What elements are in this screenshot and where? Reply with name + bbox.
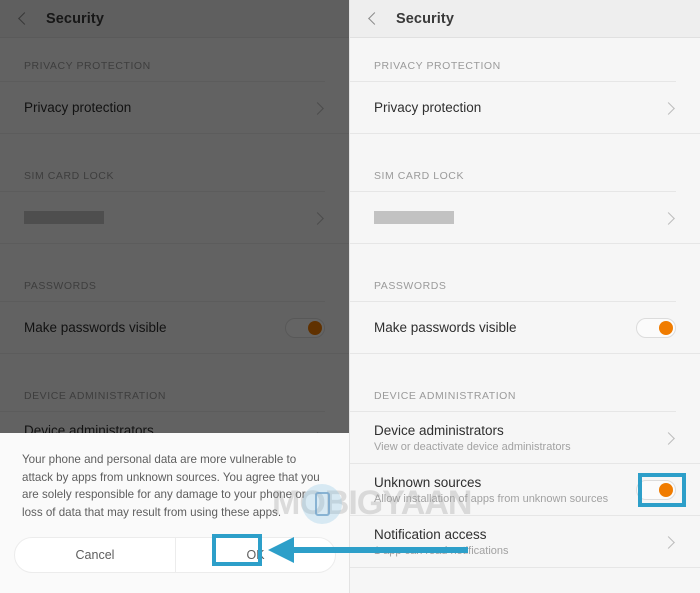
list-item-make-passwords-visible[interactable]: Make passwords visible <box>350 302 700 354</box>
list-item-device-administrators[interactable]: Device administrators View or deactivate… <box>350 412 700 464</box>
chevron-left-icon[interactable] <box>364 10 382 28</box>
list-item-subtitle: Allow installation of apps from unknown … <box>374 492 609 505</box>
chevron-right-icon <box>662 101 676 115</box>
list-item-privacy-protection[interactable]: Privacy protection <box>350 82 700 134</box>
section-header: PRIVACY PROTECTION <box>350 38 676 82</box>
toggle-make-passwords-visible[interactable] <box>636 317 676 338</box>
list-item-title: Unknown sources <box>374 474 482 490</box>
toggle-knob <box>659 320 673 335</box>
list-item-sim-card-lock[interactable] <box>350 192 700 244</box>
list-item-title: Privacy protection <box>374 100 482 115</box>
section-device-administration: DEVICE ADMINISTRATION <box>350 368 700 412</box>
page-title: Security <box>396 10 455 27</box>
left-phone-panel: Security PRIVACY PROTECTION Privacy prot… <box>0 0 350 593</box>
unknown-sources-confirm-dialog: Your phone and personal data are more vu… <box>0 433 349 593</box>
section-passwords: PASSWORDS <box>350 258 700 302</box>
dialog-scrim[interactable] <box>0 0 349 433</box>
right-phone-panel: Security PRIVACY PROTECTION Privacy prot… <box>350 0 700 593</box>
section-header: SIM CARD LOCK <box>350 148 676 192</box>
dialog-message: Your phone and personal data are more vu… <box>22 453 320 519</box>
redacted-label <box>374 211 454 224</box>
list-item-subtitle: View or deactivate device administrators <box>374 440 571 453</box>
list-item-title: Make passwords visible <box>374 320 517 335</box>
toggle-knob <box>659 482 673 497</box>
right-appbar: Security <box>350 0 700 38</box>
section-header: PASSWORDS <box>350 258 676 302</box>
section-sim-card-lock: SIM CARD LOCK <box>350 148 700 192</box>
right-settings-list: PRIVACY PROTECTION Privacy protection SI… <box>350 38 700 568</box>
chevron-right-icon <box>662 535 676 549</box>
annotation-highlight-box-ok <box>212 534 262 566</box>
screenshot-root: Security PRIVACY PROTECTION Privacy prot… <box>0 0 700 593</box>
section-header: DEVICE ADMINISTRATION <box>350 368 676 412</box>
list-item-title: Device administrators <box>374 422 504 438</box>
section-privacy-protection: PRIVACY PROTECTION <box>350 38 700 82</box>
toggle-unknown-sources[interactable] <box>636 479 676 500</box>
cancel-button[interactable]: Cancel <box>15 538 175 572</box>
list-item-unknown-sources[interactable]: Unknown sources Allow installation of ap… <box>350 464 700 516</box>
annotation-arrow-to-ok <box>268 537 468 563</box>
chevron-right-icon <box>662 211 676 225</box>
chevron-right-icon <box>662 431 676 445</box>
